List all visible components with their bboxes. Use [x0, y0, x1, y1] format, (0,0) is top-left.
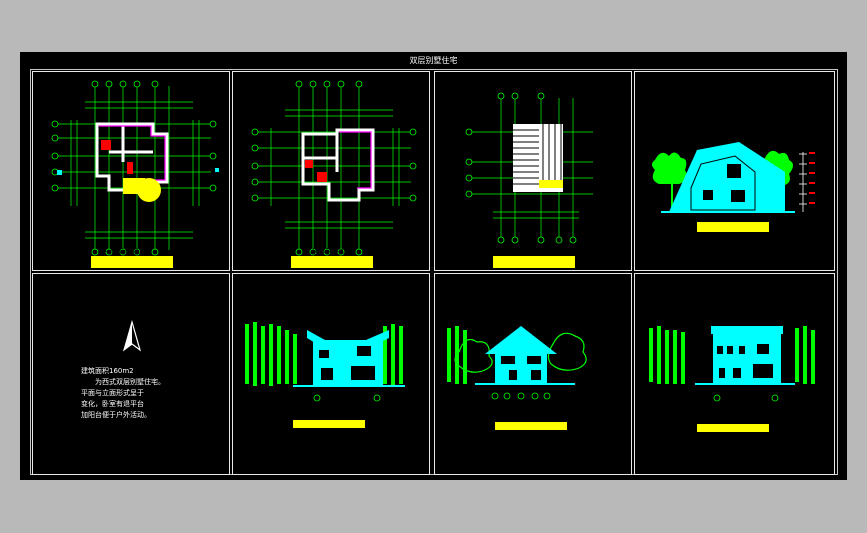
second-floor-caption: 二层平面图1:1 [305, 248, 352, 256]
side-elevation-caption: 侧立面图1:1 [309, 412, 349, 420]
side-elevation-drawing [245, 322, 405, 428]
second-floor-plan-drawing [251, 80, 417, 268]
roof-plan-caption: 顶层平面图1:1 [509, 248, 556, 256]
note-line-3: 平面与立面形式呈于 [81, 389, 144, 397]
first-floor-caption: 一层平面图1:1 [103, 248, 150, 256]
drawing-viewport[interactable]: 双层别墅住宅 一层平面图1:1 二层平面图1:1 顶层平面图1:1 1-1剖面图… [20, 52, 847, 480]
panel-second-floor-plan[interactable]: 二层平面图1:1 [232, 71, 430, 271]
caption-bar [293, 420, 365, 428]
back-elevation-caption: 西立面图1:1 [715, 416, 755, 424]
front-elevation-drawing [447, 326, 587, 430]
front-elevation-caption: 南立面图1:1 [513, 414, 553, 422]
panel-first-floor-plan[interactable]: 一层平面图1:1 [32, 71, 230, 271]
notes-text: 建筑面积160m2 为西式双层别墅住宅。 平面与立面形式呈于 变化，卧室有退平台… [81, 366, 221, 421]
panel-back-elevation[interactable]: 西立面图1:1 [634, 273, 835, 475]
sheet-title: 双层别墅住宅 [409, 56, 458, 65]
panel-roof-plan[interactable]: 顶层平面图1:1 [434, 71, 632, 271]
section-caption: 1-1剖面图1:1 [707, 214, 751, 222]
note-line-5: 加阳台便于户外活动。 [81, 411, 151, 419]
caption-bar [495, 422, 567, 430]
caption-bar [697, 424, 769, 432]
panel-notes[interactable]: 建筑面积160m2 为西式双层别墅住宅。 平面与立面形式呈于 变化，卧室有退平台… [32, 273, 230, 475]
caption-bar [291, 256, 373, 268]
note-line-1: 建筑面积160m2 [81, 367, 134, 375]
panel-front-elevation[interactable]: 南立面图1:1 [434, 273, 632, 475]
first-floor-plan-drawing [51, 80, 219, 268]
panel-side-elevation[interactable]: 侧立面图1:1 [232, 273, 430, 475]
north-arrow-icon [122, 320, 142, 352]
panel-section[interactable]: 1-1剖面图1:1 [634, 71, 835, 271]
caption-bar [91, 256, 173, 268]
roof-plan-drawing [465, 92, 593, 268]
back-elevation-drawing [649, 326, 815, 432]
caption-bar [697, 222, 769, 232]
caption-bar [493, 256, 575, 268]
note-line-2: 为西式双层别墅住宅。 [95, 378, 165, 386]
section-drawing [652, 142, 815, 232]
note-line-4: 变化，卧室有退平台 [81, 400, 144, 408]
